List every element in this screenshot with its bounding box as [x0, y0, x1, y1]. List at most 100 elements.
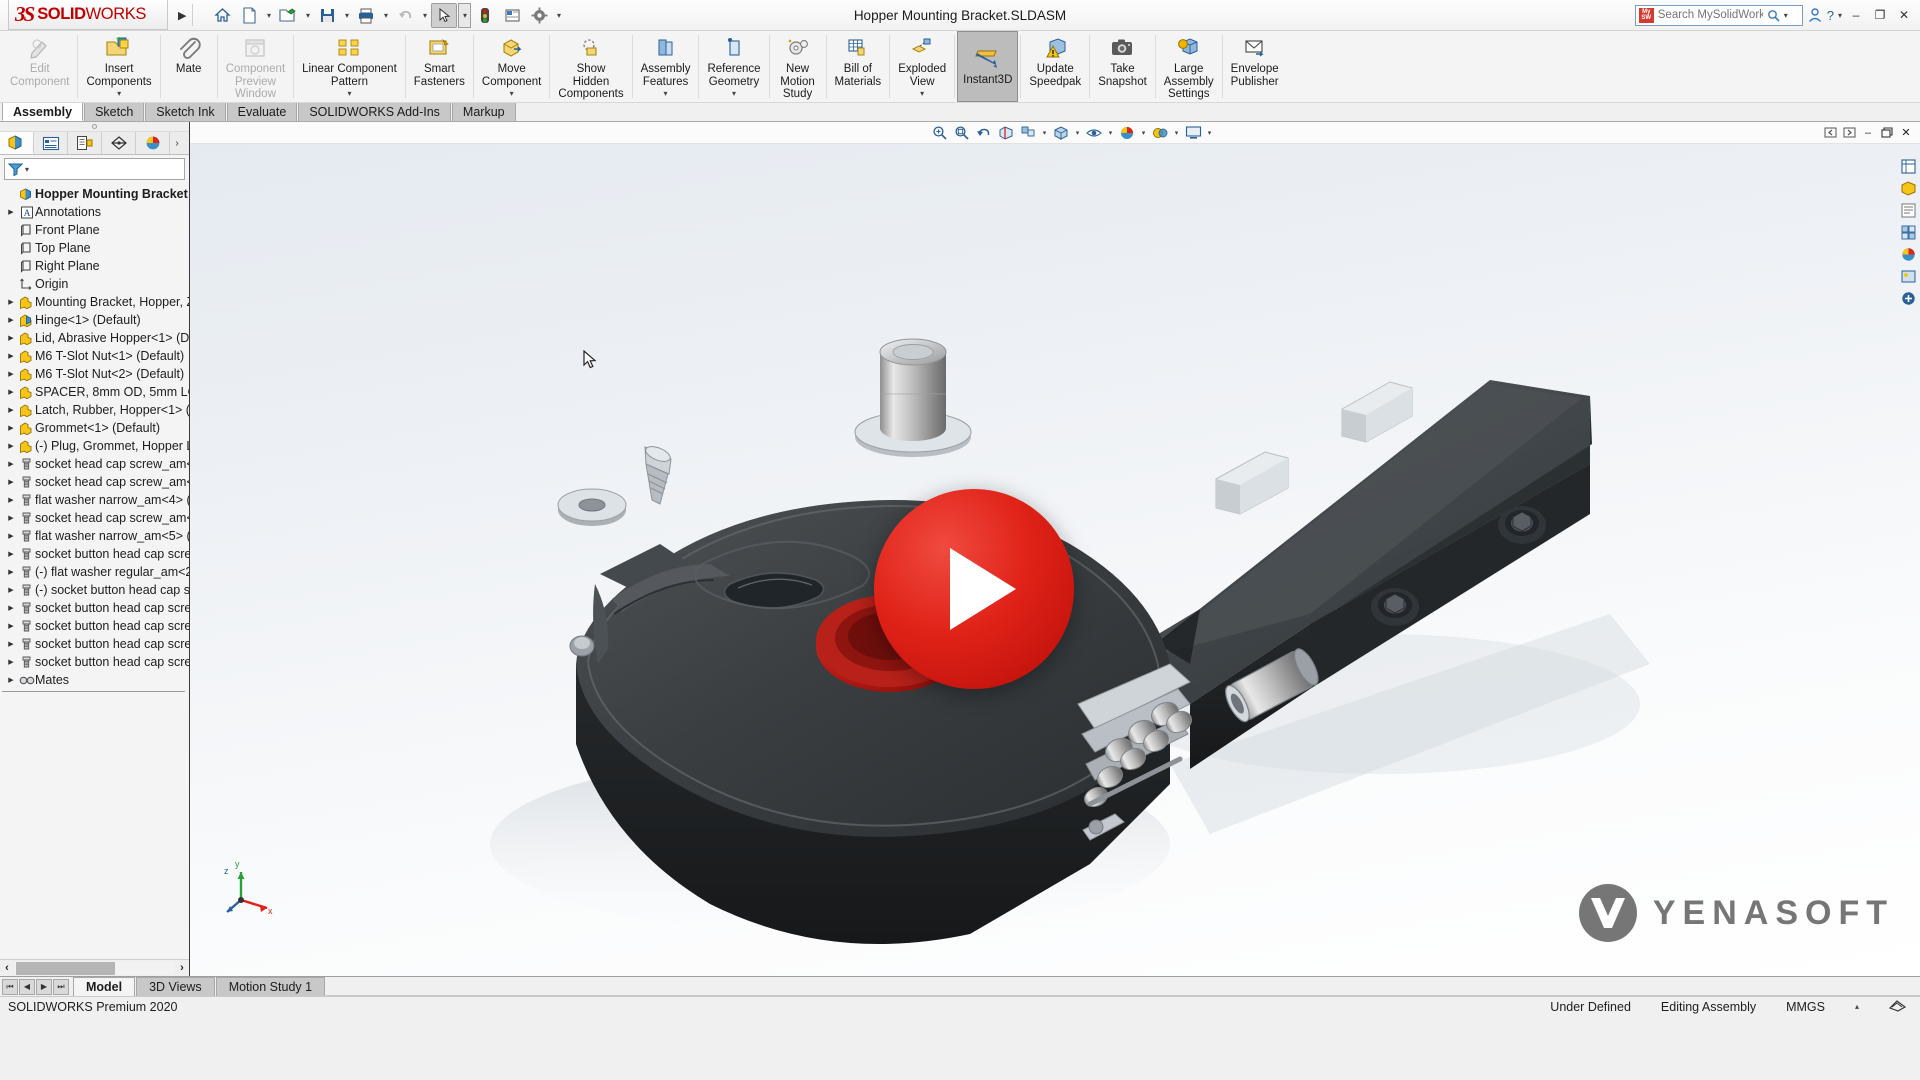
- save-icon[interactable]: [314, 3, 340, 28]
- document-close-button[interactable]: ✕: [1898, 125, 1914, 141]
- expander-collapsed-icon[interactable]: ▶: [4, 658, 18, 666]
- apply-scene-caret[interactable]: ▾: [1139, 123, 1148, 142]
- open-document-caret[interactable]: ▾: [302, 3, 313, 28]
- next-pane-icon[interactable]: [1841, 125, 1857, 141]
- tree-item[interactable]: ▶ (-) Plug, Grommet, Hopper Lid<3: [0, 437, 189, 455]
- tree-item[interactable]: ▶ M6 T-Slot Nut<1> (Default): [0, 347, 189, 365]
- expander-collapsed-icon[interactable]: ▶: [4, 568, 18, 576]
- chevron-down-icon[interactable]: ▾: [347, 89, 351, 98]
- tab-3d-views[interactable]: 3D Views: [136, 977, 215, 996]
- tree-item[interactable]: ▶ socket head cap screw_am<7> (B: [0, 509, 189, 527]
- section-view-icon[interactable]: [996, 123, 1016, 142]
- tree-item[interactable]: ▶ (-) socket button head cap screw_: [0, 581, 189, 599]
- expander-collapsed-icon[interactable]: ▶: [4, 676, 18, 684]
- tree-item[interactable]: ▶ A Annotations: [0, 203, 189, 221]
- ribbon-insert-components[interactable]: Insert Components ▾: [80, 31, 157, 102]
- options-caret[interactable]: ▾: [553, 3, 564, 28]
- tree-root-row[interactable]: Hopper Mounting Bracket (Default): [0, 185, 189, 203]
- view-orientation-caret[interactable]: ▾: [1040, 123, 1049, 142]
- tab-sketch-ink[interactable]: Sketch Ink: [145, 102, 226, 121]
- ribbon-edit-component[interactable]: Edit Component: [4, 31, 75, 102]
- tree-item[interactable]: ▶ M6 T-Slot Nut<2> (Default): [0, 365, 189, 383]
- ribbon-move-component[interactable]: Move Component ▾: [476, 31, 547, 102]
- save-caret[interactable]: ▾: [341, 3, 352, 28]
- expander-collapsed-icon[interactable]: ▶: [4, 532, 18, 540]
- apply-scene-icon[interactable]: [1117, 123, 1137, 142]
- document-restore-button[interactable]: [1879, 125, 1895, 141]
- tree-item[interactable]: Top Plane: [0, 239, 189, 257]
- scroll-thumb[interactable]: [16, 961, 115, 975]
- tab-model[interactable]: Model: [73, 977, 136, 996]
- tab-solidworks-add-ins[interactable]: SOLIDWORKS Add-Ins: [298, 102, 451, 121]
- expander-collapsed-icon[interactable]: ▶: [4, 334, 18, 342]
- undo-icon[interactable]: [392, 3, 418, 28]
- feature-filter-bar[interactable]: ▾: [4, 158, 185, 180]
- print-caret[interactable]: ▾: [380, 3, 391, 28]
- view-orientation-icon[interactable]: [1018, 123, 1038, 142]
- ribbon-update-speedpak[interactable]: Update Speedpak: [1023, 31, 1087, 102]
- tree-item[interactable]: ▶ socket button head cap screw_am: [0, 617, 189, 635]
- tree-item[interactable]: ▶ Mounting Bracket, Hopper, Z-Axis: [0, 293, 189, 311]
- graphics-viewport[interactable]: ▾ ▾ ▾ ▾ ▾ ▾ – ✕ y x z YENASOFT: [190, 122, 1920, 976]
- zoom-to-area-icon[interactable]: [952, 123, 972, 142]
- previous-tab-button[interactable]: ◀: [19, 978, 35, 995]
- dimxpert-manager-tab[interactable]: [102, 132, 136, 154]
- view-settings-icon[interactable]: [1150, 123, 1170, 142]
- expander-collapsed-icon[interactable]: ▶: [4, 478, 18, 486]
- ribbon-take-snapshot[interactable]: Take Snapshot: [1092, 31, 1153, 102]
- help-caret[interactable]: ▾: [1838, 11, 1842, 20]
- expander-collapsed-icon[interactable]: ▶: [4, 550, 18, 558]
- tree-item[interactable]: ▶ flat washer narrow_am<4> (B18.2: [0, 491, 189, 509]
- ribbon-instant3d[interactable]: Instant3D: [957, 31, 1019, 102]
- expander-collapsed-icon[interactable]: ▶: [4, 406, 18, 414]
- expander-collapsed-icon[interactable]: ▶: [4, 352, 18, 360]
- tree-item[interactable]: ▶ Mates: [0, 671, 189, 689]
- chevron-down-icon[interactable]: ▾: [664, 89, 668, 98]
- tree-item[interactable]: ▶ flat washer narrow_am<5> (B18.2: [0, 527, 189, 545]
- hide-show-items-icon[interactable]: [1084, 123, 1104, 142]
- ribbon-bill-of-materials[interactable]: Bill of Materials: [829, 31, 888, 102]
- configuration-manager-tab[interactable]: [68, 132, 102, 154]
- minimize-button[interactable]: –: [1846, 4, 1866, 26]
- user-account-icon[interactable]: [1807, 7, 1823, 23]
- open-document-icon[interactable]: [275, 3, 301, 28]
- scroll-right-arrow[interactable]: ›: [175, 962, 189, 974]
- expander-collapsed-icon[interactable]: ▶: [4, 442, 18, 450]
- tree-item[interactable]: ▶ (-) flat washer regular_am<2> (B1: [0, 563, 189, 581]
- home-icon[interactable]: [209, 3, 235, 28]
- previous-pane-icon[interactable]: [1822, 125, 1838, 141]
- tab-sketch[interactable]: Sketch: [84, 102, 145, 121]
- ribbon-reference-geometry[interactable]: Reference Geometry ▾: [701, 31, 766, 102]
- tree-item[interactable]: ▶ socket button head cap screw_am: [0, 653, 189, 671]
- first-tab-button[interactable]: ⏮: [2, 978, 18, 995]
- search-icon[interactable]: [1767, 9, 1780, 22]
- zoom-to-fit-icon[interactable]: [930, 123, 950, 142]
- tree-item[interactable]: ▶ socket head cap screw_am<6> (B: [0, 473, 189, 491]
- tree-item[interactable]: ▶ Lid, Abrasive Hopper<1> (Default: [0, 329, 189, 347]
- view-settings-caret[interactable]: ▾: [1172, 123, 1181, 142]
- print-icon[interactable]: [353, 3, 379, 28]
- display-style-caret[interactable]: ▾: [1073, 123, 1082, 142]
- tab-markup[interactable]: Markup: [451, 102, 516, 121]
- ribbon-show-hidden-components[interactable]: Show Hidden Components: [552, 31, 629, 102]
- chevron-down-icon[interactable]: ▾: [732, 89, 736, 98]
- expander-collapsed-icon[interactable]: ▶: [4, 604, 18, 612]
- chevron-down-icon[interactable]: ▾: [117, 89, 121, 98]
- play-video-button[interactable]: [874, 489, 1074, 689]
- tree-item[interactable]: ▶ socket button head cap screw_am: [0, 545, 189, 563]
- expander-collapsed-icon[interactable]: ▶: [4, 316, 18, 324]
- scroll-track[interactable]: [14, 961, 175, 975]
- viewport-icon[interactable]: [1183, 123, 1203, 142]
- tree-item[interactable]: ▶ Hinge<1> (Default): [0, 311, 189, 329]
- expander-collapsed-icon[interactable]: ▶: [4, 460, 18, 468]
- tab-motion-study-1[interactable]: Motion Study 1: [215, 977, 326, 996]
- expander-collapsed-icon[interactable]: ▶: [4, 622, 18, 630]
- tree-horizontal-scrollbar[interactable]: ‹ ›: [0, 959, 189, 976]
- hide-show-items-caret[interactable]: ▾: [1106, 123, 1115, 142]
- expander-collapsed-icon[interactable]: ▶: [4, 370, 18, 378]
- display-manager-tab[interactable]: [136, 132, 170, 154]
- help-icon[interactable]: ?: [1827, 8, 1834, 23]
- expander-collapsed-icon[interactable]: ▶: [4, 640, 18, 648]
- chevron-down-icon[interactable]: ▾: [920, 89, 924, 98]
- expander-collapsed-icon[interactable]: ▶: [4, 496, 18, 504]
